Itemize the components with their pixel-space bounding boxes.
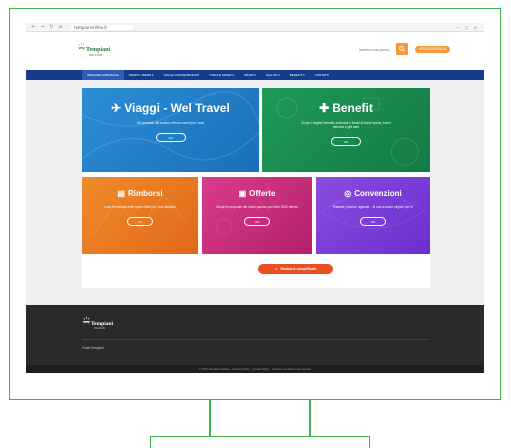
tile-offerte-desc: Scopri le proposte dei nostri partner co… <box>216 205 298 209</box>
tile-convenzioni-desc: Palestre, piscine, agenzie... le convenz… <box>332 205 414 209</box>
tile-rimborsi-button[interactable]: VAI <box>127 217 153 227</box>
footer-divider <box>82 339 428 340</box>
nav-item-contatti[interactable]: CONTATTI <box>310 70 335 80</box>
money-icon: ▤ <box>117 189 125 198</box>
main-navbar: WELFARE AZIENDALE TEMPO LIBERO ▾ VIAGGI … <box>26 70 484 80</box>
handshake-icon: ◎ <box>344 189 352 198</box>
tile-convenzioni-title: Convenzioni <box>354 189 402 198</box>
reload-icon[interactable]: ↻ <box>49 24 54 30</box>
back-arrow-icon[interactable]: ← <box>31 24 36 30</box>
connector-box <box>150 436 370 448</box>
refund-button-label: Rimborsi semplificati <box>280 267 316 271</box>
search-icon <box>399 46 405 52</box>
nav-item-turni[interactable]: TURNI E ORARI ▾ <box>204 70 239 80</box>
site-logo[interactable]: Tempiani WELFARE <box>76 40 111 62</box>
site-header: Tempiani WELFARE AREA RISERVATA <box>26 32 484 70</box>
site-footer: Tempiani WELFARE Fondi Tempiani <box>26 305 484 365</box>
nav-item-salute[interactable]: SALUTE ▾ <box>261 70 285 80</box>
tile-pattern <box>216 187 280 235</box>
tile-viaggi-title: Viaggi - Wel Travel <box>124 101 230 115</box>
shopping-bag-icon: ▣ <box>238 189 247 198</box>
window-controls[interactable]: — ▢ ✕ <box>455 25 479 30</box>
forward-arrow-icon[interactable]: → <box>40 24 45 30</box>
connector-line <box>309 400 311 436</box>
logo-subtext: WELFARE <box>89 54 103 57</box>
plus-icon: ✚ <box>319 101 330 115</box>
address-bar[interactable]: tempiarnelifex.it <box>71 24 133 30</box>
search-input[interactable] <box>344 46 392 53</box>
copyright-bar: © 2020 Tempiani Welfare · Privacy Policy… <box>26 365 484 373</box>
services-grid: ✈ Viaggi - Wel Travel Gli operatori del … <box>82 88 430 288</box>
footer-logo-subtext: WELFARE <box>94 327 105 330</box>
sun-icon <box>77 42 86 50</box>
footer-logo-text: Tempiani <box>91 321 114 327</box>
tile-viaggi[interactable]: ✈ Viaggi - Wel Travel Gli operatori del … <box>82 88 259 172</box>
nav-item-welfare[interactable]: WELFARE AZIENDALE <box>82 70 124 80</box>
tile-offerte-button[interactable]: VAI <box>244 217 270 227</box>
home-icon[interactable]: ⌂ <box>58 24 63 30</box>
tile-benefit-title: Benefit <box>332 101 373 115</box>
login-button[interactable]: AREA RISERVATA <box>415 46 450 53</box>
tile-rimborsi[interactable]: ▤ Rimborsi Invia le ricevute delle spese… <box>82 177 198 254</box>
tile-pattern <box>93 193 187 236</box>
tile-benefit-button[interactable]: VAI <box>331 137 361 147</box>
nav-item-orari[interactable]: ORARI ▾ <box>239 70 261 80</box>
browser-screenshot: ← → ↻ ⌂ tempiarnelifex.it — ▢ ✕ Tempiani… <box>26 23 484 373</box>
info-icon: ● <box>275 267 278 271</box>
tile-offerte-title: Offerte <box>249 189 276 198</box>
tile-benefit-desc: Scopri i migliori benefici aziendali e f… <box>301 121 391 130</box>
tile-rimborsi-desc: Invia le ricevute delle spese fatte per … <box>104 205 176 209</box>
tile-viaggi-desc: Gli operatori del turismo offrono sconti… <box>136 121 205 125</box>
search-button[interactable] <box>396 43 408 55</box>
nav-item-viaggi[interactable]: VIAGGI CONVENZIONATI <box>159 70 205 80</box>
tile-convenzioni[interactable]: ◎ Convenzioni Palestre, piscine, agenzie… <box>316 177 430 254</box>
footer-logo[interactable]: Tempiani WELFARE <box>82 315 114 333</box>
nav-item-benefit[interactable]: BENEFIT ▾ <box>285 70 310 80</box>
tile-pattern <box>321 193 425 229</box>
sun-icon <box>82 316 91 324</box>
airplane-icon: ✈ <box>111 101 122 115</box>
refund-button[interactable]: ● Rimborsi semplificati <box>258 264 333 274</box>
tile-convenzioni-button[interactable]: VAI <box>360 217 386 227</box>
logo-text: Tempiani <box>86 47 111 53</box>
tile-viaggi-button[interactable]: VAI <box>155 133 186 143</box>
nav-item-tempo-libero[interactable]: TEMPO LIBERO ▾ <box>124 70 159 80</box>
tile-benefit[interactable]: ✚ Benefit Scopri i migliori benefici azi… <box>262 88 430 172</box>
browser-toolbar: ← → ↻ ⌂ tempiarnelifex.it — ▢ ✕ <box>26 23 484 32</box>
connector-line <box>209 400 211 436</box>
tile-offerte[interactable]: ▣ Offerte Scopri le proposte dei nostri … <box>202 177 312 254</box>
tile-rimborsi-title: Rimborsi <box>127 189 163 198</box>
footer-link[interactable]: Fondi Tempiani <box>82 346 104 350</box>
